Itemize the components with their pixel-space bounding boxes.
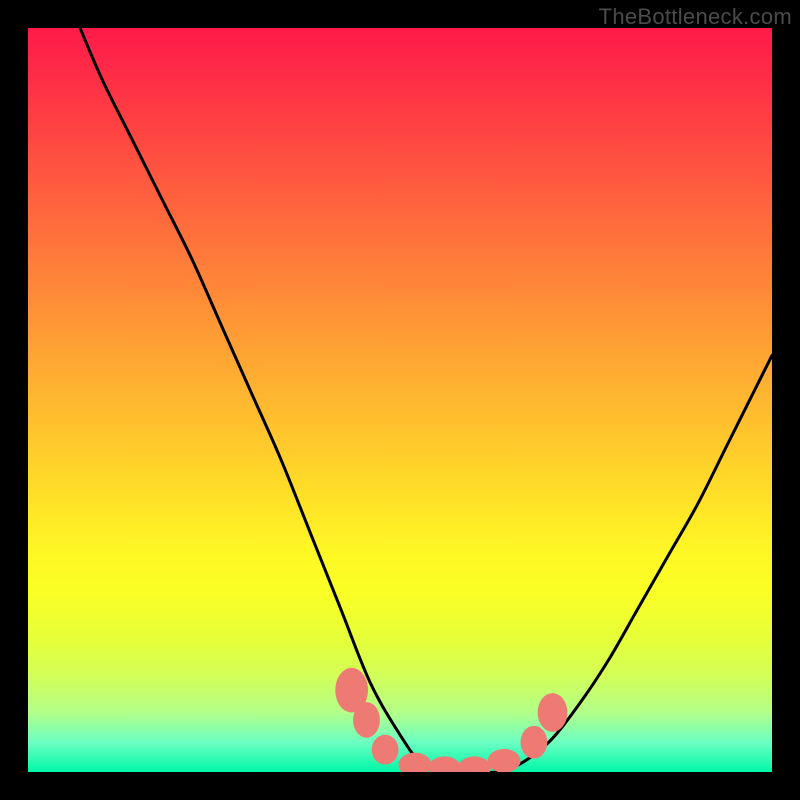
curve-layer (28, 28, 772, 772)
curve-marker (399, 753, 432, 772)
curve-marker (372, 735, 399, 765)
bottleneck-curve (80, 28, 772, 772)
plot-area (28, 28, 772, 772)
curve-marker (538, 693, 568, 732)
watermark-text: TheBottleneck.com (599, 4, 792, 30)
curve-marker (353, 702, 380, 738)
curve-marker (488, 749, 521, 772)
chart-frame: TheBottleneck.com (0, 0, 800, 800)
curve-marker (428, 756, 461, 772)
curve-marker (521, 726, 548, 759)
curve-marker (458, 756, 491, 772)
